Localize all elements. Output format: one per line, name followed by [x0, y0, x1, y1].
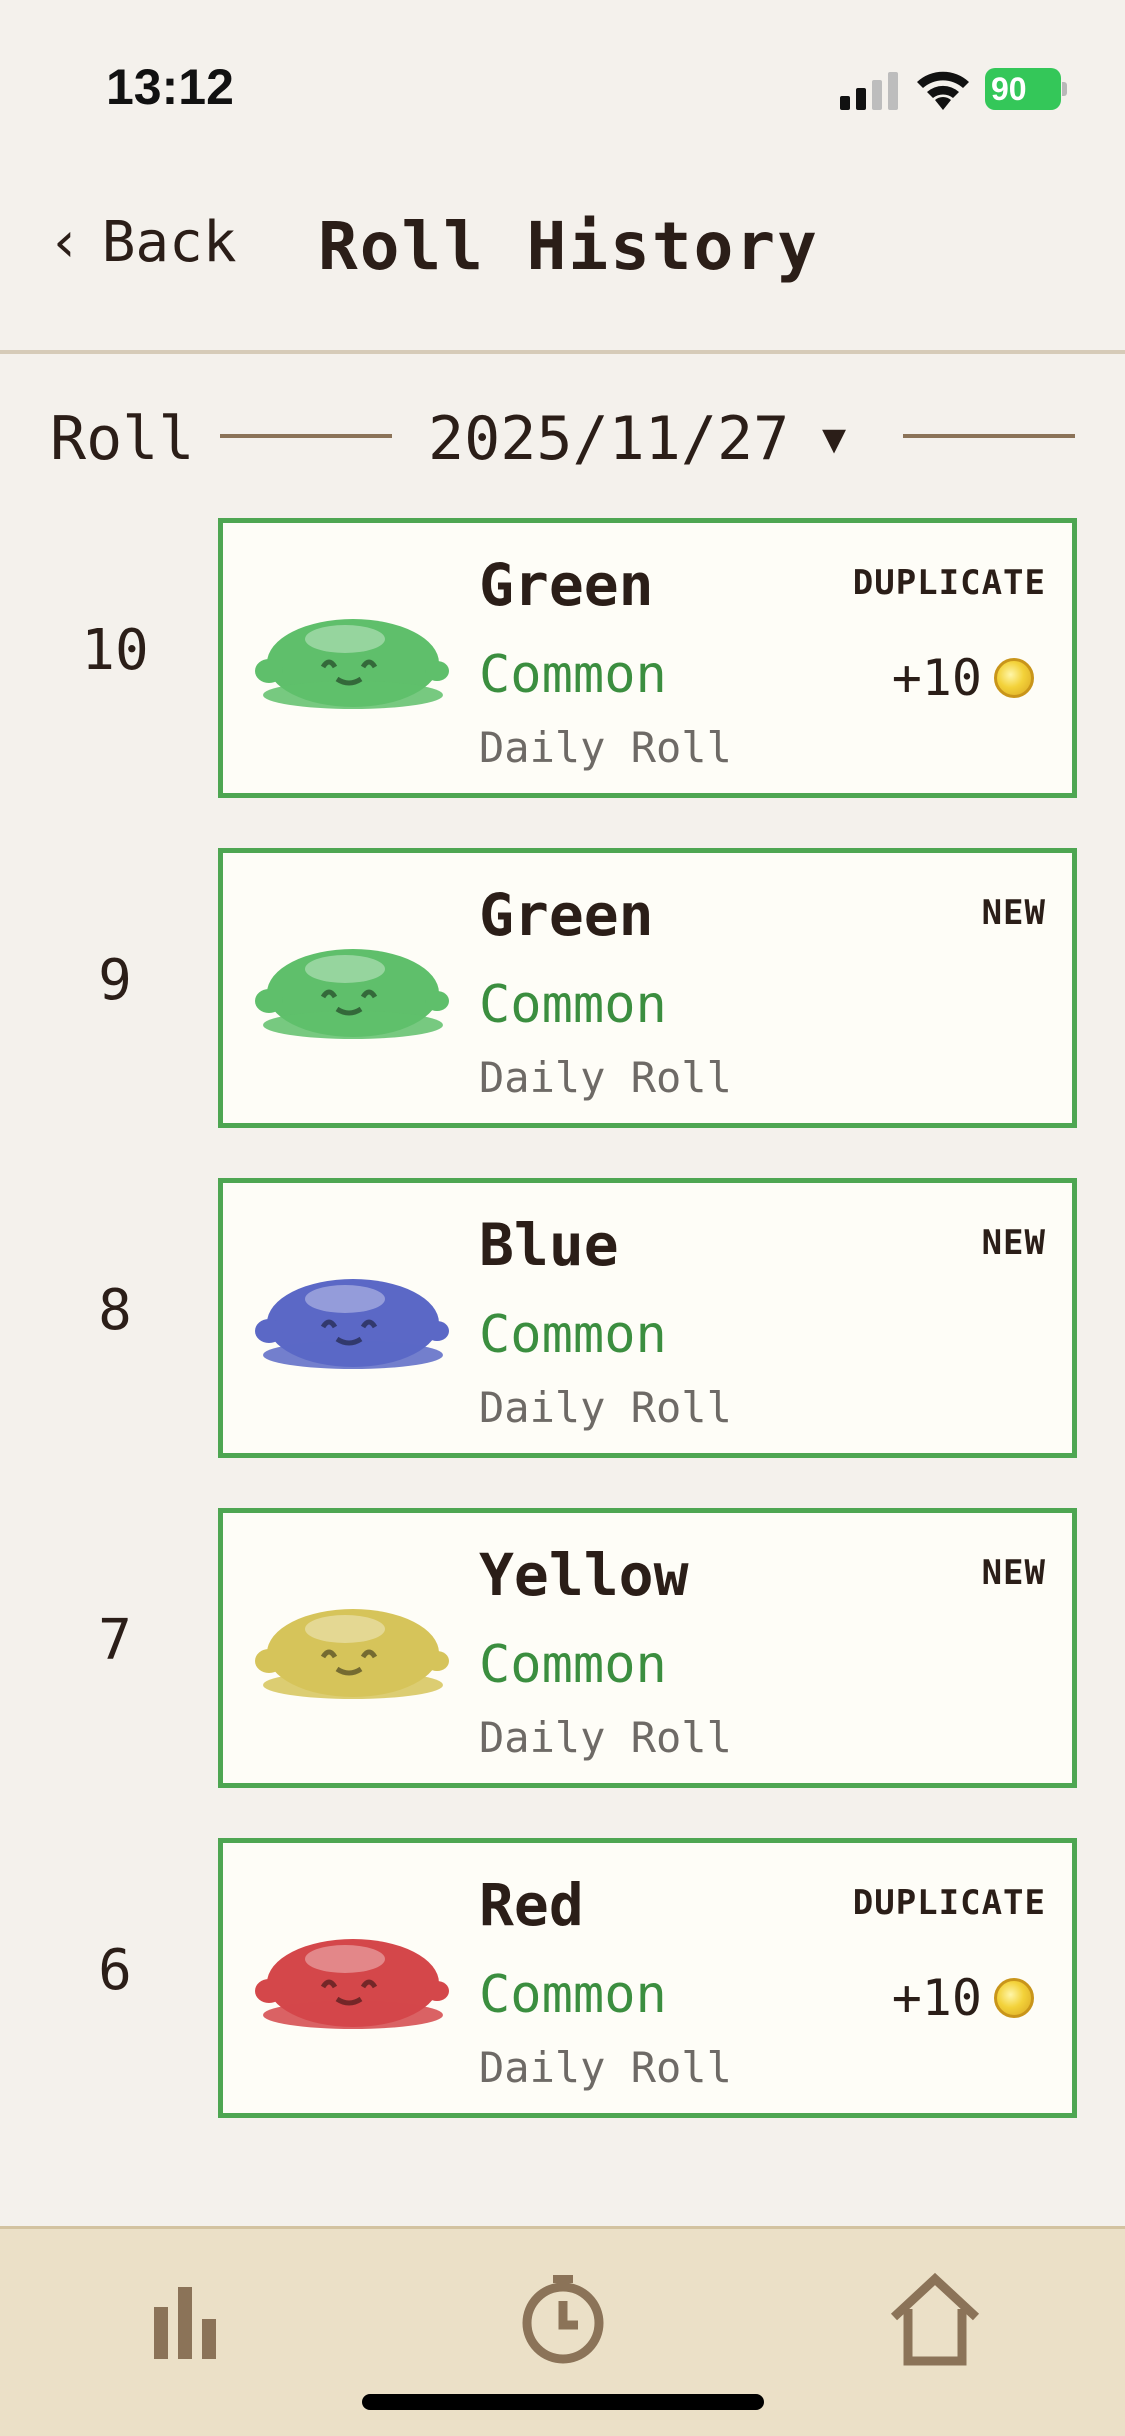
page-title: Roll History [318, 208, 819, 285]
roll-number: 10 [81, 618, 149, 683]
roll-row: 6 Red Common Daily Roll DUPLICATE +10 [0, 1838, 1125, 2118]
roll-source: Daily Roll [479, 1383, 732, 1432]
roll-source: Daily Roll [479, 723, 732, 772]
roll-row: 9 Green Common Daily Roll NEW [0, 848, 1125, 1128]
roll-number: 6 [98, 1938, 132, 2003]
coin-reward: +10 [892, 1969, 1034, 2027]
divider-line [220, 434, 392, 438]
reward-amount: +10 [891, 649, 982, 707]
battery-icon: 90 [985, 68, 1067, 110]
status-badge: NEW [981, 893, 1046, 933]
coin-icon [994, 1978, 1034, 2018]
slime-rarity: Common [479, 1965, 667, 2025]
roll-source: Daily Roll [479, 1713, 732, 1762]
date-filter: Roll 2025/11/27 ▼ [0, 400, 1125, 476]
status-badge: DUPLICATE [852, 1883, 1046, 1923]
slime-icon [255, 949, 449, 1039]
roll-source: Daily Roll [479, 2043, 732, 2092]
slime-name: Green [479, 551, 654, 619]
roll-card[interactable]: Yellow Common Daily Roll NEW [218, 1508, 1077, 1788]
status-time: 13:12 [106, 59, 234, 115]
coin-icon [994, 658, 1034, 698]
date-selector[interactable]: 2025/11/27 [428, 404, 789, 474]
back-label: Back [101, 210, 237, 275]
chevron-left-icon: ‹ [48, 210, 82, 275]
cellular-signal-icon [840, 72, 898, 110]
roll-number: 8 [98, 1278, 132, 1343]
slime-rarity: Common [479, 1305, 667, 1365]
home-indicator [362, 2394, 764, 2410]
bar-chart-icon[interactable] [132, 2265, 242, 2375]
slime-name: Green [479, 881, 654, 949]
roll-number: 9 [98, 948, 132, 1013]
home-icon[interactable] [880, 2265, 990, 2375]
roll-row: 7 Yellow Common Daily Roll NEW [0, 1508, 1125, 1788]
slime-rarity: Common [479, 975, 667, 1035]
slime-rarity: Common [479, 1635, 667, 1695]
header: ‹ Back Roll History [0, 190, 1125, 290]
clock-icon[interactable] [508, 2265, 618, 2375]
battery-level: 90 [985, 68, 1061, 110]
reward-amount: +10 [891, 1969, 982, 2027]
roll-card[interactable]: Blue Common Daily Roll NEW [218, 1178, 1077, 1458]
roll-number: 7 [98, 1608, 132, 1673]
slime-name: Yellow [479, 1541, 689, 1609]
roll-card[interactable]: Green Common Daily Roll NEW [218, 848, 1077, 1128]
roll-card[interactable]: Red Common Daily Roll DUPLICATE +10 [218, 1838, 1077, 2118]
slime-icon [255, 619, 449, 709]
roll-source: Daily Roll [479, 1053, 732, 1102]
roll-row: 10 Green Common Daily Roll DUPLICATE +10 [0, 518, 1125, 798]
status-badge: NEW [981, 1223, 1046, 1263]
status-badge: DUPLICATE [852, 563, 1046, 603]
slime-icon [255, 1609, 449, 1699]
coin-reward: +10 [892, 649, 1034, 707]
dropdown-caret-icon[interactable]: ▼ [822, 416, 846, 462]
roll-row: 8 Blue Common Daily Roll NEW [0, 1178, 1125, 1458]
status-bar: 13:12 90 [0, 0, 1125, 150]
back-button[interactable]: ‹ Back [48, 210, 237, 275]
wifi-icon [917, 71, 969, 110]
roll-column-heading: Roll [50, 404, 195, 474]
status-badge: NEW [981, 1553, 1046, 1593]
slime-rarity: Common [479, 645, 667, 705]
divider-line [903, 434, 1075, 438]
roll-card[interactable]: Green Common Daily Roll DUPLICATE +10 [218, 518, 1077, 798]
slime-name: Blue [479, 1211, 619, 1279]
header-divider [0, 350, 1125, 354]
slime-icon [255, 1939, 449, 2029]
slime-icon [255, 1279, 449, 1369]
slime-name: Red [479, 1871, 584, 1939]
